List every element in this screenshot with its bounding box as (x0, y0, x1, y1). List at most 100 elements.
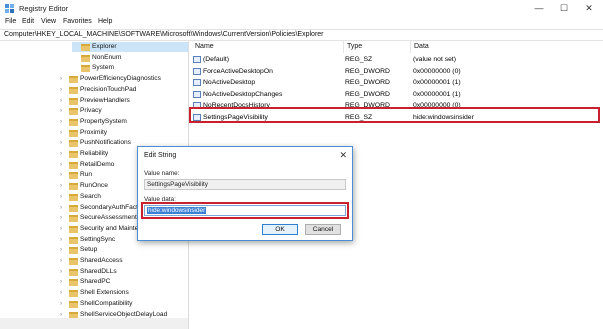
minimize-button[interactable]: — (527, 0, 551, 17)
tree-item[interactable]: › SharedAccess (60, 256, 188, 266)
value-data: 0x00000000 (0) (413, 67, 461, 75)
tree-item[interactable]: › SharedPC (60, 277, 188, 287)
maximize-button[interactable]: ☐ (552, 0, 576, 17)
column-header-data[interactable]: Data (414, 43, 429, 50)
dword-value-icon (193, 67, 201, 75)
value-data: (value not set) (413, 56, 457, 63)
tree-item-label: Run (80, 171, 93, 179)
tree-item-label: PowerEfficiencyDiagnostics (80, 75, 161, 83)
tree-item-label: Proximity (80, 128, 108, 136)
chevron-right-icon[interactable]: › (60, 181, 68, 191)
address-bar[interactable]: Computer\HKEY_LOCAL_MACHINE\SOFTWARE\Mic… (0, 29, 603, 41)
tree-item[interactable]: NonEnum (72, 53, 188, 63)
value-name-label: Value name: (144, 170, 180, 177)
close-button[interactable]: ✕ (577, 0, 601, 17)
chevron-right-icon[interactable]: › (60, 245, 68, 255)
value-row[interactable]: (Default) REG_SZ (value not set) (191, 54, 603, 65)
chevron-right-icon[interactable]: › (60, 224, 68, 234)
menu-help[interactable]: Help (98, 18, 112, 25)
dialog-close-icon[interactable]: ✕ (339, 150, 347, 161)
tree-item-label: PreviewHandlers (80, 96, 130, 104)
tree-item[interactable]: › Setup (60, 245, 188, 255)
menu-edit[interactable]: Edit (22, 18, 34, 25)
tree-item[interactable]: › Privacy (60, 106, 188, 116)
folder-icon (69, 279, 78, 287)
value-row[interactable]: NoActiveDesktop REG_DWORD 0x00000001 (1) (191, 77, 603, 88)
folder-icon (69, 300, 78, 308)
column-separator[interactable] (343, 41, 344, 53)
chevron-right-icon[interactable]: › (60, 192, 68, 202)
menu-view[interactable]: View (41, 18, 56, 25)
registry-editor-window: Registry Editor — ☐ ✕ File Edit View Fav… (0, 0, 603, 329)
value-name: NoActiveDesktop (203, 79, 256, 86)
title-bar[interactable]: Registry Editor — ☐ ✕ (0, 0, 603, 17)
chevron-right-icon[interactable]: › (60, 267, 68, 277)
tree-item[interactable]: › PowerEfficiencyDiagnostics (60, 74, 188, 84)
chevron-right-icon[interactable]: › (60, 235, 68, 245)
folder-icon (69, 161, 78, 169)
tree-item-label: SettingSync (80, 235, 116, 243)
tree-horizontal-scrollbar[interactable] (0, 318, 188, 329)
tree-item-label: Privacy (80, 107, 102, 115)
cancel-button[interactable]: Cancel (305, 224, 341, 235)
tree-item[interactable]: System (72, 63, 188, 73)
chevron-right-icon[interactable]: › (60, 106, 68, 116)
folder-icon (69, 247, 78, 255)
tree-item-label: SharedAccess (80, 257, 123, 264)
chevron-right-icon[interactable]: › (60, 213, 68, 223)
folder-icon (81, 65, 90, 73)
tree-item-label: Shell Extensions (80, 289, 129, 297)
tree-item[interactable]: › ShellCompatibility (60, 299, 188, 309)
tree-item-label: PropertySystem (80, 117, 127, 125)
tree-item-label: NonEnum (92, 53, 122, 61)
tree-item[interactable]: › Proximity (60, 128, 188, 138)
chevron-right-icon[interactable]: › (60, 128, 68, 138)
value-row[interactable]: NoActiveDesktopChanges REG_DWORD 0x0000000… (191, 89, 603, 100)
chevron-right-icon[interactable]: › (60, 288, 68, 298)
chevron-right-icon[interactable]: › (60, 277, 68, 287)
dialog-title: Edit String (144, 152, 177, 159)
column-header-name[interactable]: Name (195, 43, 214, 50)
chevron-right-icon[interactable]: › (60, 299, 68, 309)
value-name: (Default) (203, 56, 230, 63)
tree-item-label: PrecisionTouchPad (80, 85, 137, 93)
folder-icon (69, 290, 78, 298)
tree-item-label: Explorer (92, 43, 117, 50)
folder-icon (69, 86, 78, 94)
menu-favorites[interactable]: Favorites (63, 18, 92, 25)
tree-item[interactable]: › Shell Extensions (60, 288, 188, 298)
chevron-right-icon[interactable]: › (60, 149, 68, 159)
tree-item[interactable]: › PropertySystem (60, 117, 188, 127)
chevron-right-icon[interactable]: › (60, 203, 68, 213)
chevron-right-icon[interactable]: › (60, 85, 68, 95)
value-row[interactable]: ForceActiveDesktopOn REG_DWORD 0x00000000 … (191, 66, 603, 77)
ok-button[interactable]: OK (262, 224, 298, 235)
tree-item[interactable]: › PrecisionTouchPad (60, 85, 188, 95)
value-type: REG_DWORD (345, 90, 390, 98)
chevron-right-icon[interactable]: › (60, 170, 68, 180)
tree-item[interactable]: › PreviewHandlers (60, 96, 188, 106)
tree-item[interactable]: › SharedDLLs (60, 267, 188, 277)
chevron-right-icon[interactable]: › (60, 74, 68, 84)
column-separator[interactable] (410, 41, 411, 53)
chevron-right-icon[interactable]: › (60, 138, 68, 148)
chevron-right-icon[interactable]: › (60, 256, 68, 266)
chevron-right-icon[interactable]: › (60, 96, 68, 106)
tree-item[interactable]: Explorer (72, 42, 188, 52)
chevron-right-icon[interactable]: › (60, 160, 68, 170)
folder-icon (69, 129, 78, 137)
edit-string-dialog: Edit String ✕ Value name: SettingsPageVi… (137, 146, 353, 241)
window-title: Registry Editor (19, 4, 69, 13)
tree-item-label: ShellCompatibility (80, 299, 133, 307)
folder-icon (81, 54, 90, 62)
chevron-right-icon[interactable]: › (60, 117, 68, 127)
string-value-icon (193, 56, 201, 63)
folder-icon (69, 183, 78, 191)
tree-item-label: SharedDLLs (80, 267, 117, 275)
column-header-type[interactable]: Type (347, 43, 362, 50)
folder-icon (69, 215, 78, 223)
value-data: 0x00000001 (1) (413, 79, 461, 86)
tree-item-label: SharedPC (80, 278, 111, 286)
menu-file[interactable]: File (5, 18, 16, 25)
tree-item-label: Search (80, 192, 101, 200)
